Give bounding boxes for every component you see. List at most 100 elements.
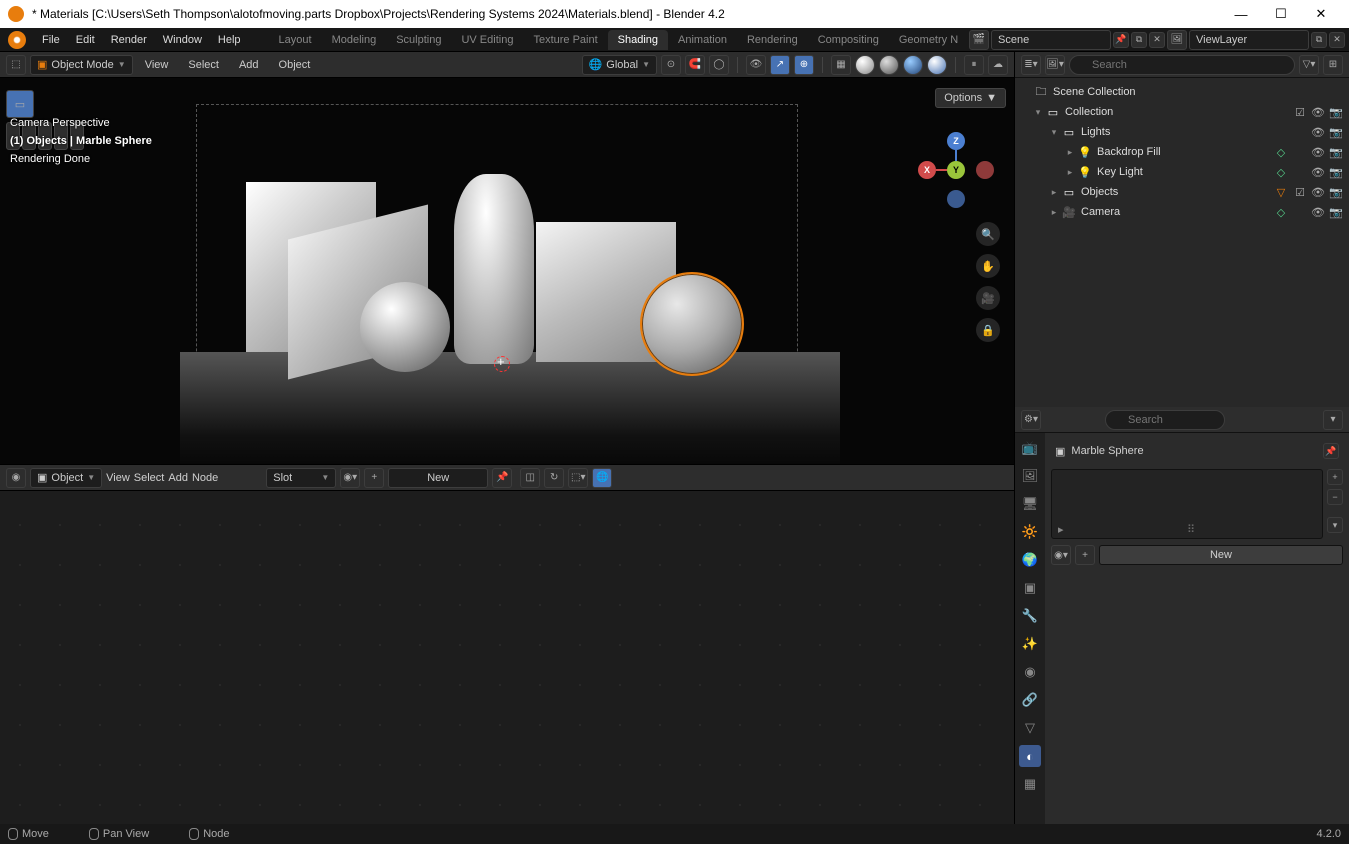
blender-icon[interactable]: [8, 31, 26, 49]
outliner-search-input[interactable]: [1069, 55, 1295, 75]
mode-dropdown[interactable]: ▣Object Mode▼: [30, 55, 133, 75]
close-button[interactable]: ✕: [1301, 0, 1341, 28]
overlay-toggle-icon[interactable]: ⊕: [794, 55, 814, 75]
camera-icon[interactable]: 📷: [1329, 106, 1343, 119]
camera-view-icon[interactable]: 🎥: [976, 286, 1000, 310]
eye-icon[interactable]: 👁: [1311, 186, 1325, 199]
properties-search-input[interactable]: [1105, 410, 1225, 430]
pan-icon[interactable]: ✋: [976, 254, 1000, 278]
tab-world-icon[interactable]: 🌍: [1019, 549, 1041, 571]
tab-render-icon[interactable]: 📺: [1019, 437, 1041, 459]
eye-icon[interactable]: 👁: [1311, 126, 1325, 139]
shader-node-editor[interactable]: ◉ ▣ Object▼ View Select Add Node Slot▼ ◉…: [0, 464, 1014, 824]
scene-name-input[interactable]: [991, 30, 1111, 50]
outliner-type-icon[interactable]: ≣▾: [1021, 55, 1041, 75]
node-type-dropdown[interactable]: ▣ Object▼: [30, 468, 102, 488]
scene-delete-icon[interactable]: ✕: [1149, 32, 1165, 48]
pin-material-icon[interactable]: 📌: [492, 468, 512, 488]
gizmo-toggle-icon[interactable]: ↗: [770, 55, 790, 75]
camera-icon[interactable]: 📷: [1329, 206, 1343, 219]
pivot-icon[interactable]: ⊙: [661, 55, 681, 75]
material-new-add-icon[interactable]: +: [1075, 545, 1095, 565]
outliner-filter-icon[interactable]: ▽▾: [1299, 55, 1319, 75]
camera-icon[interactable]: 📷: [1329, 126, 1343, 139]
workspace-layout[interactable]: Layout: [269, 30, 322, 50]
tab-output-icon[interactable]: 🖼: [1019, 465, 1041, 487]
editor-type-icon[interactable]: ⬚: [6, 55, 26, 75]
vp-menu-object[interactable]: Object: [271, 59, 319, 71]
shading-wireframe-icon[interactable]: [855, 55, 875, 75]
tab-scene-icon[interactable]: 🔆: [1019, 521, 1041, 543]
shading-rendered-icon[interactable]: [927, 55, 947, 75]
pause-icon[interactable]: ⏸: [964, 55, 984, 75]
workspace-rendering[interactable]: Rendering: [737, 30, 808, 50]
perspective-icon[interactable]: 🔒: [976, 318, 1000, 342]
material-add-icon[interactable]: +: [364, 468, 384, 488]
workspace-compositing[interactable]: Compositing: [808, 30, 889, 50]
vp-menu-select[interactable]: Select: [180, 59, 227, 71]
pin-icon[interactable]: 📌: [1323, 443, 1339, 459]
3d-viewport[interactable]: ▭ Camera Perspective (1) Objects | Marbl…: [0, 52, 1014, 464]
workspace-texture[interactable]: Texture Paint: [523, 30, 607, 50]
node-editor-type-icon[interactable]: ◉: [6, 468, 26, 488]
new-material-button[interactable]: New: [1099, 545, 1343, 565]
workspace-shading[interactable]: Shading: [608, 30, 668, 50]
viewlayer-new-icon[interactable]: ⧉: [1311, 32, 1327, 48]
eye-icon[interactable]: 👁: [1311, 146, 1325, 159]
snap-icon[interactable]: 🧲: [685, 55, 705, 75]
tab-modifiers-icon[interactable]: 🔧: [1019, 605, 1041, 627]
properties-type-icon[interactable]: ⚙▾: [1021, 410, 1041, 430]
xray-icon[interactable]: ▦: [831, 55, 851, 75]
ne-tool4-icon[interactable]: 🌐: [592, 468, 612, 488]
viewlayer-icon[interactable]: 🖼: [1167, 30, 1187, 50]
slot-remove-icon[interactable]: −: [1327, 489, 1343, 505]
menu-help[interactable]: Help: [210, 34, 249, 46]
menu-edit[interactable]: Edit: [68, 34, 103, 46]
viewport-options-button[interactable]: Options▼: [935, 88, 1006, 108]
ne-menu-view[interactable]: View: [106, 472, 130, 484]
shading-solid-icon[interactable]: [879, 55, 899, 75]
minimize-button[interactable]: —: [1221, 0, 1261, 28]
proportional-icon[interactable]: ◯: [709, 55, 729, 75]
camera-icon[interactable]: 📷: [1329, 146, 1343, 159]
visibility-icon[interactable]: 👁: [746, 55, 766, 75]
viewlayer-delete-icon[interactable]: ✕: [1329, 32, 1345, 48]
ne-menu-select[interactable]: Select: [134, 472, 165, 484]
ne-menu-node[interactable]: Node: [192, 472, 218, 484]
tab-constraints-icon[interactable]: 🔗: [1019, 689, 1041, 711]
maximize-button[interactable]: ☐: [1261, 0, 1301, 28]
new-material-button[interactable]: New: [388, 468, 488, 488]
tab-physics-icon[interactable]: ◉: [1019, 661, 1041, 683]
ne-tool3-icon[interactable]: ⬚▾: [568, 468, 588, 488]
vp-menu-add[interactable]: Add: [231, 59, 267, 71]
eye-icon[interactable]: 👁: [1311, 206, 1325, 219]
render-region-icon[interactable]: ☁: [988, 55, 1008, 75]
ne-tool1-icon[interactable]: ◫: [520, 468, 540, 488]
tab-particles-icon[interactable]: ✨: [1019, 633, 1041, 655]
scene-pin-icon[interactable]: 📌: [1113, 32, 1129, 48]
eye-icon[interactable]: 👁: [1311, 166, 1325, 179]
scene-new-icon[interactable]: ⧉: [1131, 32, 1147, 48]
outliner-new-collection-icon[interactable]: ⊞: [1323, 55, 1343, 75]
tab-material-icon[interactable]: ◐: [1019, 745, 1041, 767]
zoom-icon[interactable]: 🔍: [976, 222, 1000, 246]
slot-dropdown[interactable]: Slot▼: [266, 468, 336, 488]
ne-menu-add[interactable]: Add: [168, 472, 188, 484]
workspace-geometry[interactable]: Geometry N: [889, 30, 968, 50]
scene-icon[interactable]: 🎬: [969, 30, 989, 50]
tab-data-icon[interactable]: ▽: [1019, 717, 1041, 739]
viewlayer-name-input[interactable]: [1189, 30, 1309, 50]
tab-object-icon[interactable]: ▣: [1019, 577, 1041, 599]
eye-icon[interactable]: 👁: [1311, 106, 1325, 119]
menu-render[interactable]: Render: [103, 34, 155, 46]
vp-menu-view[interactable]: View: [137, 59, 177, 71]
tab-viewlayer-icon[interactable]: 🖥: [1019, 493, 1041, 515]
workspace-animation[interactable]: Animation: [668, 30, 737, 50]
material-browse-icon[interactable]: ◉▾: [340, 468, 360, 488]
slot-add-icon[interactable]: +: [1327, 469, 1343, 485]
menu-file[interactable]: File: [34, 34, 68, 46]
material-slot-list[interactable]: ▸ ⠿: [1051, 469, 1323, 539]
menu-window[interactable]: Window: [155, 34, 210, 46]
outliner-display-icon[interactable]: 🖼▾: [1045, 55, 1065, 75]
workspace-sculpting[interactable]: Sculpting: [386, 30, 451, 50]
